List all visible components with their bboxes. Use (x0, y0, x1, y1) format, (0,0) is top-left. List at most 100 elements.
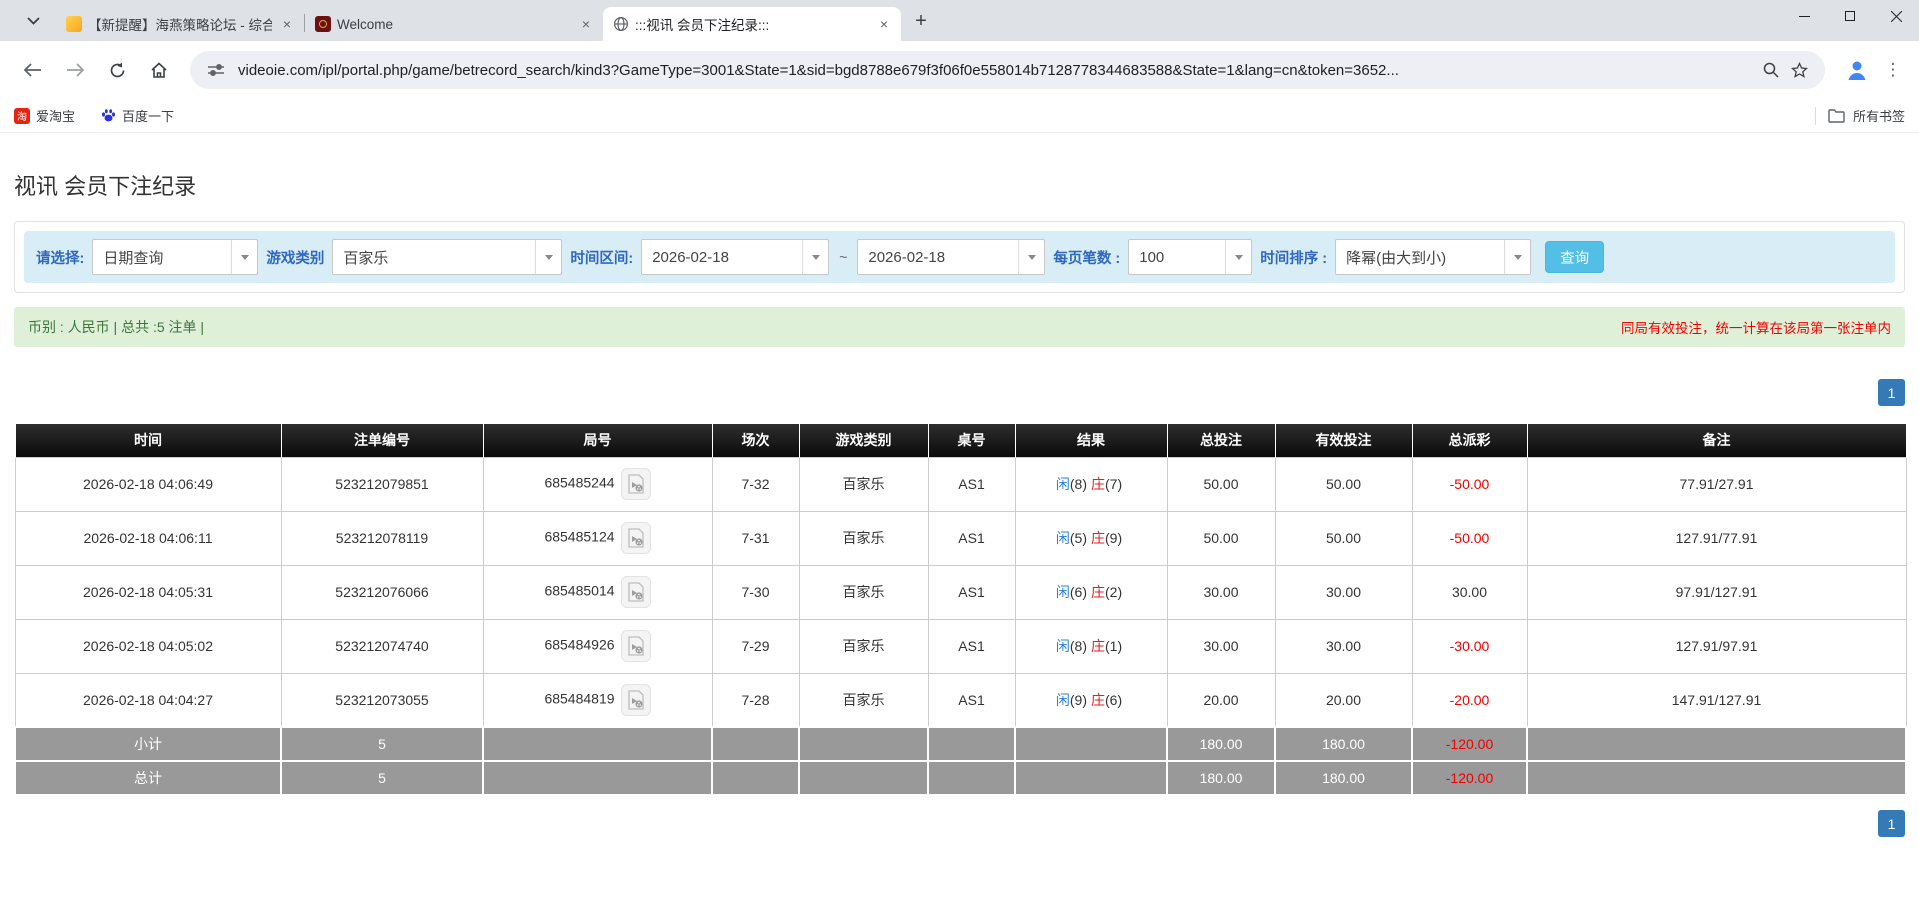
new-tab-button[interactable]: + (907, 7, 935, 35)
result-cell: 闲(9)庄(6) (1015, 673, 1167, 727)
all-bookmarks-button[interactable]: 所有书签 (1853, 106, 1905, 125)
valid-bet-cell: 30.00 (1275, 565, 1412, 619)
banker-score: (2) (1105, 584, 1126, 600)
remark-cell: 97.91/127.91 (1527, 565, 1906, 619)
chevron-down-icon (1504, 240, 1530, 274)
chevron-down-icon (802, 240, 828, 274)
table-row: 2026-02-18 04:06:49 523212079851 6854852… (15, 457, 1906, 511)
back-icon[interactable] (16, 53, 50, 87)
banker-result: 庄 (1091, 530, 1105, 546)
tab-bet-records[interactable]: :::视讯 会员下注纪录::: × (603, 7, 901, 41)
payout-cell: -50.00 (1412, 457, 1527, 511)
video-replay-button[interactable] (621, 630, 651, 662)
valid-bet-cell: 20.00 (1275, 673, 1412, 727)
subtotal-count: 5 (281, 727, 483, 761)
filter-bar: 请选择: 日期查询 游戏类别 百家乐 时间区间: 2026-02-18 ~ 20… (24, 231, 1895, 283)
reload-icon[interactable] (100, 53, 134, 87)
pagination-top: 1 (14, 379, 1905, 406)
url-text[interactable]: videoie.com/ipl/portal.php/game/betrecor… (238, 62, 1757, 79)
round-id-cell: 685485014 (483, 565, 712, 619)
game-type-value: 百家乐 (333, 247, 535, 268)
time-sort-select[interactable]: 降幂(由大到小) (1335, 239, 1531, 275)
bookmark-star-icon[interactable] (1785, 56, 1813, 84)
valid-bet-cell: 50.00 (1275, 457, 1412, 511)
date-from-value: 2026-02-18 (642, 249, 802, 266)
bookmark-aitaobao[interactable]: 淘 爱淘宝 (14, 106, 75, 125)
close-icon[interactable]: × (278, 15, 296, 33)
tab-welcome[interactable]: Welcome × (305, 7, 603, 41)
payout-cell: -50.00 (1412, 511, 1527, 565)
forward-icon[interactable] (58, 53, 92, 87)
minimize-button[interactable] (1781, 0, 1827, 32)
video-replay-button[interactable] (621, 576, 651, 608)
tab-title: Welcome (337, 17, 571, 32)
col-round-id: 局号 (483, 424, 712, 457)
subtotal-total-bet: 180.00 (1167, 727, 1275, 761)
profile-avatar[interactable] (1841, 54, 1873, 86)
site-settings-icon[interactable] (202, 56, 230, 84)
date-to-select[interactable]: 2026-02-18 (857, 239, 1045, 275)
round-id: 685484926 (544, 637, 614, 653)
total-bet-cell: 30.00 (1167, 619, 1275, 673)
chevron-down-icon (27, 17, 40, 25)
remark-cell: 77.91/27.91 (1527, 457, 1906, 511)
banker-score: (9) (1105, 530, 1126, 546)
time-sort-value: 降幂(由大到小) (1336, 247, 1504, 268)
banker-score: (6) (1105, 692, 1126, 708)
page-size-value: 100 (1129, 249, 1225, 266)
url-bar[interactable]: videoie.com/ipl/portal.php/game/betrecor… (190, 51, 1825, 89)
game-cell: 百家乐 (799, 619, 928, 673)
payout-cell: -20.00 (1412, 673, 1527, 727)
maximize-button[interactable] (1827, 0, 1873, 32)
bet-id-cell: 523212073055 (281, 673, 483, 727)
page-size-label: 每页笔数 : (1053, 247, 1120, 268)
player-result: 闲 (1056, 584, 1070, 600)
page-1-button[interactable]: 1 (1878, 810, 1905, 837)
player-score: (5) (1070, 530, 1091, 546)
window-controls (1781, 0, 1919, 32)
chevron-down-icon (1225, 240, 1251, 274)
video-replay-button[interactable] (621, 684, 651, 716)
banker-score: (1) (1105, 638, 1126, 654)
query-type-select[interactable]: 日期查询 (92, 239, 258, 275)
close-icon[interactable]: × (577, 15, 595, 33)
valid-bet-cell: 50.00 (1275, 511, 1412, 565)
video-replay-button[interactable] (621, 468, 651, 500)
tab-strip: 【新提醒】海燕策略论坛 - 综合 × Welcome × :::视讯 会员下注纪… (0, 0, 1919, 41)
player-score: (8) (1070, 638, 1091, 654)
search-button[interactable]: 查询 (1545, 241, 1604, 273)
video-replay-button[interactable] (621, 522, 651, 554)
player-score: (9) (1070, 692, 1091, 708)
home-icon[interactable] (142, 53, 176, 87)
player-score: (6) (1070, 584, 1091, 600)
time-cell: 2026-02-18 04:05:31 (15, 565, 281, 619)
zoom-page-icon[interactable] (1757, 56, 1785, 84)
col-bet-id: 注单编号 (281, 424, 483, 457)
page-1-button[interactable]: 1 (1878, 379, 1905, 406)
bookmark-baidu[interactable]: 百度一下 (101, 106, 174, 125)
table-no-cell: AS1 (928, 565, 1015, 619)
folder-icon (1828, 109, 1845, 123)
close-icon[interactable]: × (875, 15, 893, 33)
menu-dots-icon[interactable]: ⋮ (1879, 56, 1907, 84)
player-result: 闲 (1056, 530, 1070, 546)
chevron-down-icon (1018, 240, 1044, 274)
close-window-button[interactable] (1873, 0, 1919, 32)
game-cell: 百家乐 (799, 457, 928, 511)
table-no-cell: AS1 (928, 511, 1015, 565)
page-size-select[interactable]: 100 (1128, 239, 1252, 275)
result-cell: 闲(6)庄(2) (1015, 565, 1167, 619)
subtotal-valid-bet: 180.00 (1275, 727, 1412, 761)
bet-id-cell: 523212076066 (281, 565, 483, 619)
tab-forum[interactable]: 【新提醒】海燕策略论坛 - 综合 × (56, 7, 304, 41)
query-type-value: 日期查询 (93, 247, 231, 268)
game-type-select[interactable]: 百家乐 (332, 239, 562, 275)
banker-score: (7) (1105, 476, 1126, 492)
empty-cell (928, 761, 1015, 795)
col-total-bet: 总投注 (1167, 424, 1275, 457)
table-no-cell: AS1 (928, 619, 1015, 673)
game-cell: 百家乐 (799, 565, 928, 619)
tab-search-button[interactable] (18, 6, 48, 36)
date-from-select[interactable]: 2026-02-18 (641, 239, 829, 275)
notice-text: 同局有效投注，统一计算在该局第一张注单内 (1621, 317, 1891, 337)
